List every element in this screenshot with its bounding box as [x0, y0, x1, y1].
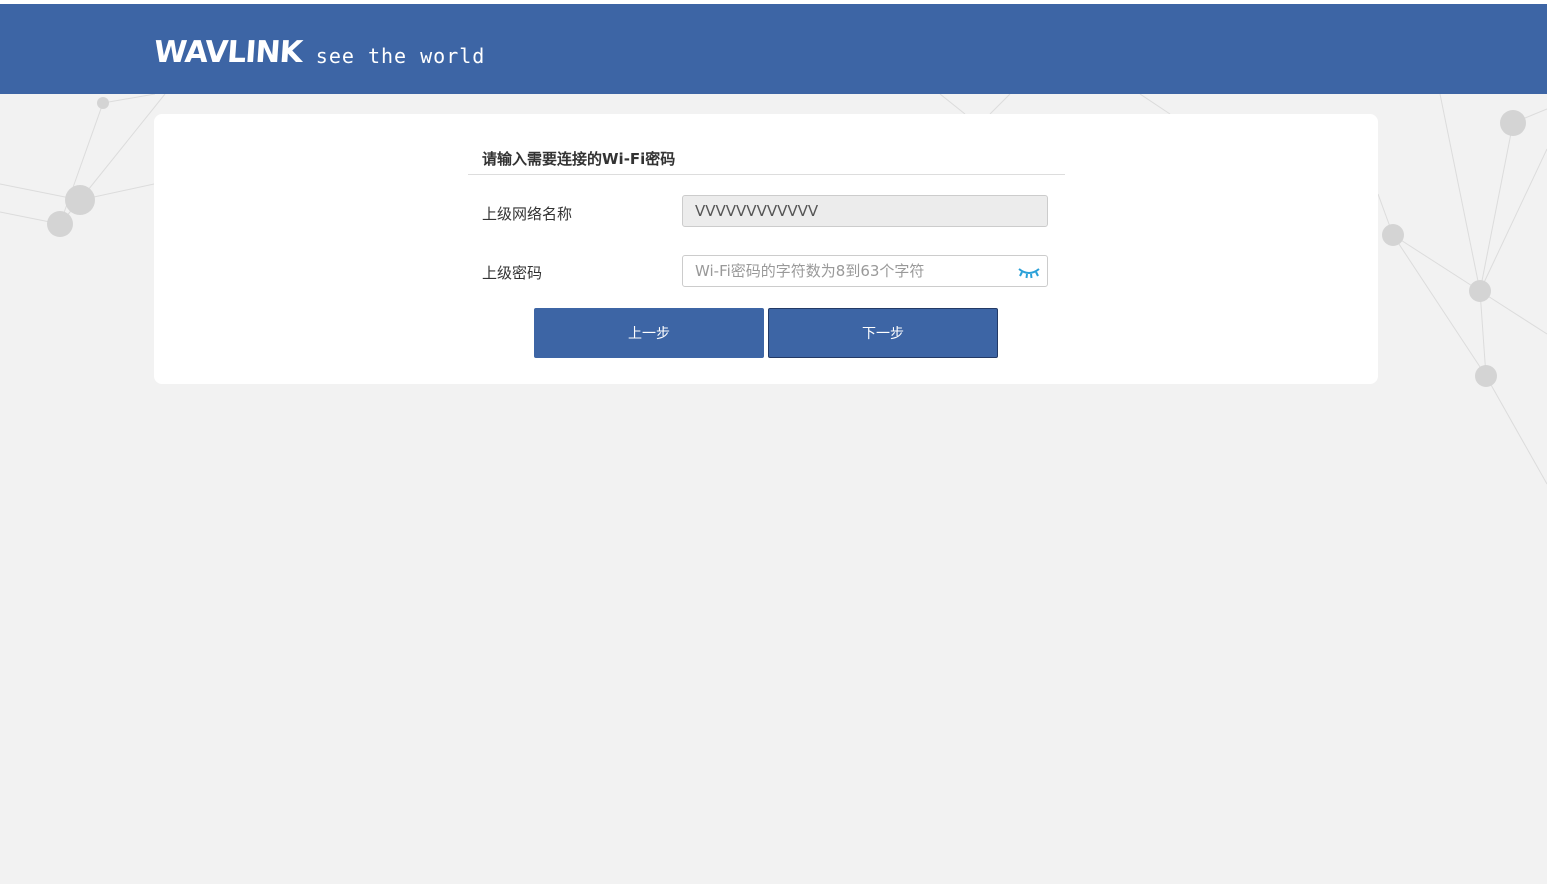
next-step-button[interactable]: 下一步	[768, 308, 998, 358]
wifi-password-card: 请输入需要连接的Wi-Fi密码 上级网络名称 VVVVVVVVVVVV 上级密码…	[154, 114, 1378, 384]
header-bar: WAVLINK see the world	[0, 4, 1547, 94]
logo-tagline: see the world	[315, 44, 486, 68]
password-field	[682, 255, 1048, 287]
eye-closed-icon[interactable]	[1017, 263, 1041, 281]
title-divider	[468, 174, 1065, 175]
logo: WAVLINK see the world	[152, 35, 486, 70]
previous-step-button[interactable]: 上一步	[534, 308, 764, 358]
logo-brand: WAVLINK	[152, 35, 304, 70]
password-label: 上级密码	[482, 264, 543, 282]
ssid-field: VVVVVVVVVVVV	[682, 195, 1048, 227]
ssid-value: VVVVVVVVVVVV	[695, 202, 819, 220]
form-title: 请输入需要连接的Wi-Fi密码	[482, 150, 676, 168]
ssid-label: 上级网络名称	[482, 205, 573, 223]
password-input[interactable]	[683, 256, 1027, 286]
